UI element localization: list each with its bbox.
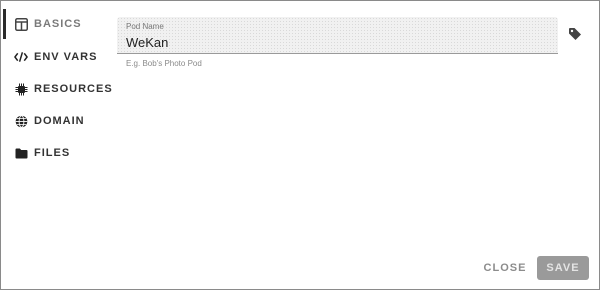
sidebar-item-resources[interactable]: RESOURCES xyxy=(14,79,113,99)
save-button[interactable]: SAVE xyxy=(537,256,589,280)
sidebar-item-label: BASICS xyxy=(34,18,82,30)
pod-name-label: Pod Name xyxy=(126,22,164,31)
code-icon xyxy=(14,50,28,64)
globe-icon xyxy=(14,114,28,128)
sidebar-item-files[interactable]: FILES xyxy=(14,143,70,163)
layout-columns-icon xyxy=(14,17,28,31)
sidebar-item-basics[interactable]: BASICS xyxy=(14,14,82,34)
active-tab-indicator xyxy=(3,9,6,39)
pod-name-field[interactable]: Pod Name WeKan xyxy=(117,17,558,54)
sidebar-item-label: ENV VARS xyxy=(34,51,98,63)
close-button[interactable]: CLOSE xyxy=(481,256,529,280)
sidebar-item-label: FILES xyxy=(34,147,71,159)
sidebar-item-label: DOMAIN xyxy=(34,115,85,127)
sidebar-item-label: RESOURCES xyxy=(34,83,113,95)
sidebar-item-domain[interactable]: DOMAIN xyxy=(14,111,85,131)
folder-icon xyxy=(14,146,28,160)
pod-name-input[interactable]: WeKan xyxy=(126,35,168,50)
chip-icon xyxy=(14,82,28,96)
pod-name-helper-text: E.g. Bob's Photo Pod xyxy=(126,59,202,68)
sidebar-item-env-vars[interactable]: ENV VARS xyxy=(14,47,97,67)
pod-settings-dialog: BASICS ENV VARS RESOURCES DOMAIN FILES P… xyxy=(0,0,600,290)
sidebar: BASICS ENV VARS RESOURCES DOMAIN FILES xyxy=(1,1,113,171)
tag-icon[interactable] xyxy=(568,27,582,46)
